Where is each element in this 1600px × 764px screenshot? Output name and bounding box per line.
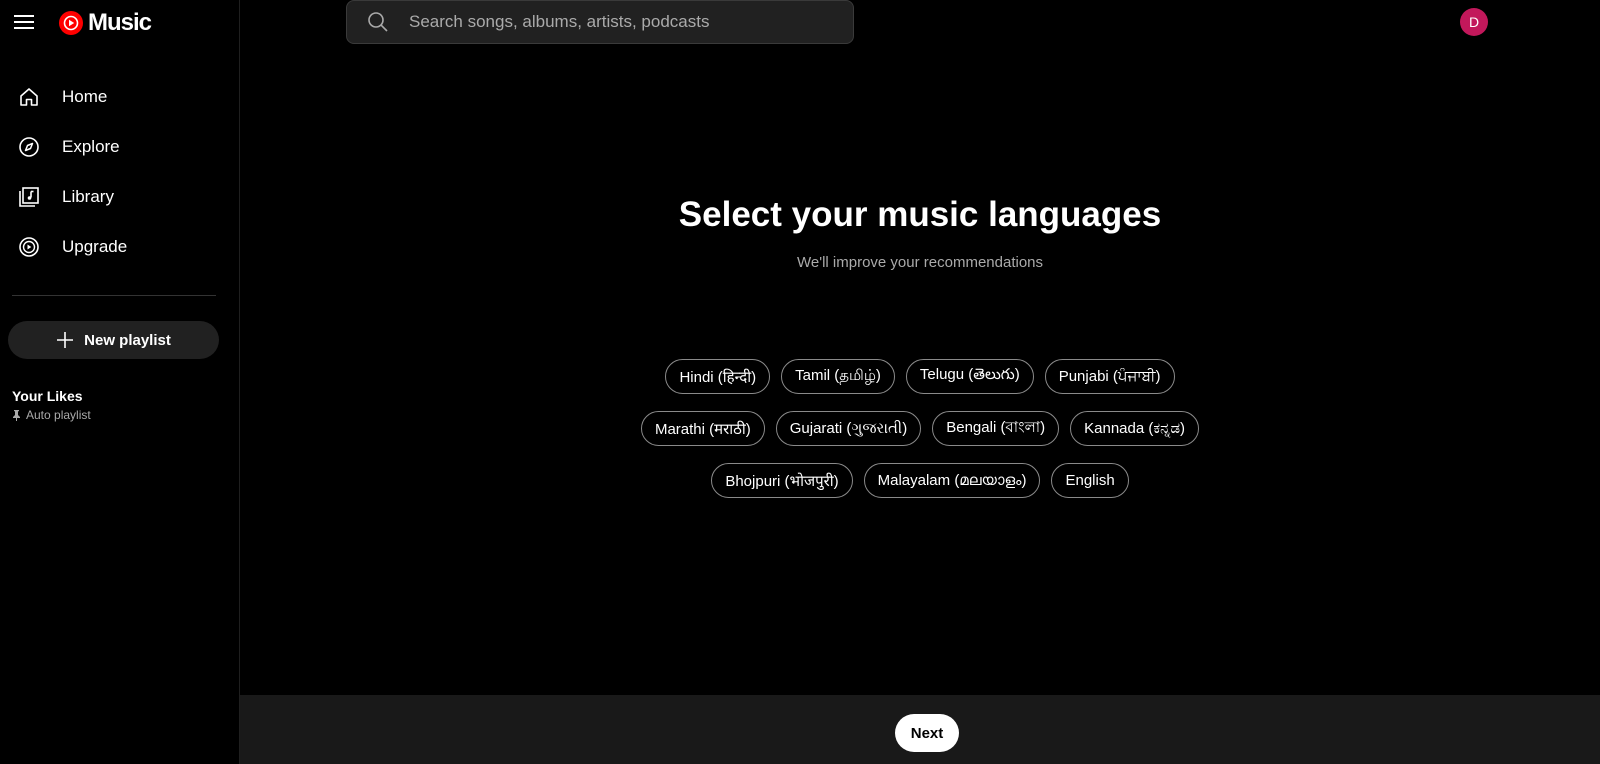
pin-icon <box>13 409 20 421</box>
sidebar-item-label: Home <box>62 87 108 106</box>
compass-icon <box>18 136 40 158</box>
language-chip-telugu[interactable]: Telugu (తెలుగు) <box>905 359 1034 394</box>
language-chip-bengali[interactable]: Bengali (বাংলা) <box>932 411 1060 446</box>
sidebar-item-label: Upgrade <box>62 237 128 256</box>
next-button[interactable]: Next <box>895 714 959 752</box>
plus-icon <box>57 332 74 348</box>
chip-row: Marathi (मराठी) Gujarati (ગુજરાતી) Benga… <box>240 411 1600 446</box>
language-chips: Hindi (हिन्दी) Tamil (தமிழ்) Telugu (తెల… <box>240 359 1600 515</box>
sidebar-item-library[interactable]: Library <box>0 172 240 222</box>
youtube-music-logo-icon <box>59 11 83 35</box>
sidebar-item-label: Library <box>62 187 114 206</box>
your-likes-subtitle-text: Auto playlist <box>26 408 91 422</box>
your-likes-subtitle: Auto playlist <box>12 408 91 422</box>
sidebar-item-explore[interactable]: Explore <box>0 122 240 172</box>
language-chip-english[interactable]: English <box>1051 463 1129 498</box>
logo[interactable]: Music <box>58 9 152 37</box>
page-subtitle: We'll improve your recommendations <box>796 254 1043 271</box>
language-chip-gujarati[interactable]: Gujarati (ગુજરાતી) <box>775 411 922 446</box>
language-chip-marathi[interactable]: Marathi (मराठी) <box>640 411 765 446</box>
language-chip-tamil[interactable]: Tamil (தமிழ்) <box>781 359 895 394</box>
new-playlist-button[interactable]: New playlist <box>8 321 219 359</box>
sidebar-item-label: Explore <box>62 137 120 156</box>
new-playlist-label: New playlist <box>84 331 171 349</box>
home-icon <box>18 86 40 108</box>
app: Music Home Explore Library Upgrade New p… <box>0 0 1600 764</box>
language-chip-malayalam[interactable]: Malayalam (മലയാളം) <box>863 463 1041 498</box>
sidebar-nav: Home Explore Library Upgrade <box>0 72 240 272</box>
sidebar: Music Home Explore Library Upgrade New p… <box>0 0 240 764</box>
footer-bar: Next <box>240 695 1600 764</box>
chip-row: Hindi (हिन्दी) Tamil (தமிழ்) Telugu (తెల… <box>240 359 1600 394</box>
language-chip-kannada[interactable]: Kannada (ಕನ್ನಡ) <box>1070 411 1200 446</box>
sidebar-item-home[interactable]: Home <box>0 72 240 122</box>
menu-icon[interactable] <box>14 12 34 32</box>
upgrade-icon <box>18 236 40 258</box>
your-likes-title: Your Likes <box>12 388 83 404</box>
your-likes-playlist[interactable]: Your Likes Auto playlist <box>12 388 91 422</box>
sidebar-divider <box>12 295 216 296</box>
main-content: Select your music languages We'll improv… <box>240 0 1600 764</box>
sidebar-item-upgrade[interactable]: Upgrade <box>0 222 240 272</box>
logo-text: Music <box>88 9 152 36</box>
page-title: Select your music languages <box>678 195 1162 234</box>
language-chip-hindi[interactable]: Hindi (हिन्दी) <box>665 359 771 394</box>
language-chip-punjabi[interactable]: Punjabi (ਪੰਜਾਬੀ) <box>1044 359 1175 394</box>
sidebar-header: Music <box>0 0 240 44</box>
library-icon <box>18 186 40 208</box>
language-chip-bhojpuri[interactable]: Bhojpuri (भोजपुरी) <box>711 463 853 498</box>
chip-row: Bhojpuri (भोजपुरी) Malayalam (മലയാളം) En… <box>240 463 1600 498</box>
